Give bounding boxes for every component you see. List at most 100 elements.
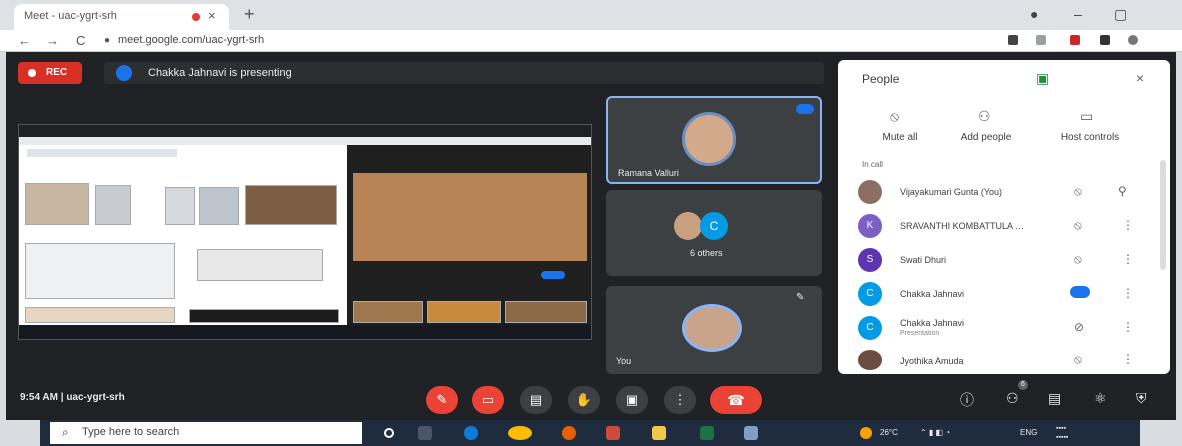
image-thumbnail bbox=[189, 309, 339, 323]
chrome-icon[interactable] bbox=[508, 426, 532, 440]
powerpoint-icon[interactable] bbox=[606, 426, 620, 440]
more-options-button[interactable]: ⋮ bbox=[664, 386, 696, 414]
person-add-icon[interactable]: ⚇ bbox=[978, 108, 991, 125]
recording-dot-icon bbox=[192, 13, 200, 21]
star-icon[interactable] bbox=[1036, 35, 1046, 45]
people-count-badge: 6 bbox=[1018, 380, 1028, 390]
host-shield-icon[interactable]: ▣ bbox=[1036, 70, 1049, 87]
mic-off-icon[interactable]: ⦸ bbox=[1074, 218, 1082, 233]
present-button[interactable]: ▣ bbox=[616, 386, 648, 414]
mic-off-icon[interactable]: ⦸ bbox=[1074, 352, 1082, 367]
forward-button[interactable]: → bbox=[46, 33, 59, 48]
participant-name: Jyothika Amuda bbox=[900, 356, 964, 366]
participant-tile[interactable]: Ramana Valluri bbox=[606, 96, 822, 184]
more-options-icon[interactable]: ⋮ bbox=[1122, 218, 1134, 232]
account-avatar-icon[interactable] bbox=[1128, 35, 1138, 45]
camera-off-icon: ▭ bbox=[481, 392, 495, 407]
search-placeholder: Type here to search bbox=[82, 426, 180, 438]
clock[interactable]: ▪▪▪▪ ▪▪▪▪▪ bbox=[1056, 424, 1068, 442]
participant-avatar bbox=[858, 350, 882, 370]
present-off-icon[interactable]: ⊘ bbox=[1074, 320, 1084, 334]
firefox-icon[interactable] bbox=[562, 426, 576, 440]
participant-tile[interactable]: C 6 others bbox=[606, 190, 822, 276]
shared-taskbar bbox=[19, 325, 591, 339]
recording-badge[interactable]: REC bbox=[18, 62, 82, 84]
minimize-icon[interactable]: – bbox=[1074, 6, 1082, 22]
tab-title: Meet - uac-ygrt-srh bbox=[24, 10, 117, 22]
presenting-text: Chakka Jahnavi is presenting bbox=[148, 67, 292, 79]
browser-tab-strip: Meet - uac-ygrt-srh × + ● – ▢ bbox=[0, 0, 1182, 30]
extensions-puzzle-icon[interactable] bbox=[1100, 35, 1110, 45]
participant-avatar: C bbox=[858, 316, 882, 340]
meeting-info: 9:54 AM | uac-ygrt-srh bbox=[20, 392, 125, 403]
mic-off-icon[interactable]: ⦸ bbox=[1074, 184, 1082, 199]
image-thumbnail bbox=[165, 187, 195, 225]
more-options-icon[interactable]: ⋮ bbox=[1122, 352, 1134, 366]
edge-icon[interactable] bbox=[464, 426, 478, 440]
participant-avatar bbox=[858, 180, 882, 204]
tray-icons[interactable]: ⌃ ▮ ◧ ◔ bbox=[920, 428, 950, 437]
reload-button[interactable]: C bbox=[76, 33, 85, 48]
close-panel-button[interactable]: × bbox=[1136, 70, 1144, 86]
mute-all-button[interactable]: Mute all bbox=[860, 132, 940, 143]
more-options-icon[interactable]: ⋮ bbox=[1122, 320, 1134, 334]
weather-icon[interactable] bbox=[860, 427, 872, 439]
language-indicator[interactable]: ENG bbox=[1020, 428, 1037, 437]
people-scrollbar[interactable] bbox=[1160, 160, 1166, 270]
browser-tab[interactable]: Meet - uac-ygrt-srh × bbox=[14, 4, 229, 30]
mic-toggle-button[interactable]: ✎ bbox=[426, 386, 458, 414]
temperature: 26°C bbox=[880, 428, 898, 437]
participant-name: Ramana Valluri bbox=[618, 168, 679, 178]
extension-icon[interactable] bbox=[1070, 35, 1080, 45]
host-controls-button[interactable]: Host controls bbox=[1050, 132, 1130, 143]
mic-off-icon: ✎ bbox=[796, 292, 805, 303]
self-tile[interactable]: ✎ You bbox=[606, 286, 822, 374]
raise-hand-button[interactable]: ✋ bbox=[568, 386, 600, 414]
chat-icon[interactable]: ▤ bbox=[1048, 390, 1061, 407]
shared-search-bar bbox=[27, 149, 177, 157]
task-view-icon[interactable] bbox=[418, 426, 432, 440]
camera-toggle-button[interactable]: ▭ bbox=[472, 386, 504, 414]
captions-icon: ▤ bbox=[529, 392, 543, 407]
app-icon[interactable] bbox=[744, 426, 758, 440]
back-button[interactable]: ← bbox=[18, 33, 31, 48]
meeting-details-icon[interactable]: ⓘ bbox=[960, 390, 974, 410]
url-field[interactable]: meet.google.com/uac-ygrt-srh bbox=[118, 34, 264, 46]
more-options-icon[interactable]: ⋮ bbox=[1122, 286, 1134, 300]
pin-icon[interactable]: ⚲ bbox=[1118, 184, 1127, 198]
participant-avatar: K bbox=[858, 214, 882, 238]
captions-button[interactable]: ▤ bbox=[520, 386, 552, 414]
tab-close-icon[interactable]: × bbox=[208, 8, 216, 23]
profile-icon[interactable]: ● bbox=[1030, 6, 1038, 22]
add-people-button[interactable]: Add people bbox=[946, 132, 1026, 143]
participant-photo bbox=[674, 212, 702, 240]
more-options-icon[interactable]: ⋮ bbox=[1122, 252, 1134, 266]
leave-call-button[interactable]: ☎ bbox=[710, 386, 762, 414]
new-tab-button[interactable]: + bbox=[244, 4, 255, 25]
more-vert-icon: ⋮ bbox=[673, 392, 687, 407]
file-explorer-icon[interactable] bbox=[652, 426, 666, 440]
mic-off-icon[interactable]: ⦸ bbox=[1074, 252, 1082, 267]
presenting-banner: Chakka Jahnavi is presenting bbox=[104, 62, 824, 84]
mic-off-icon[interactable]: ⦸ bbox=[890, 108, 899, 125]
rec-label: REC bbox=[46, 67, 68, 78]
excel-icon[interactable] bbox=[700, 426, 714, 440]
shared-screen bbox=[18, 124, 592, 340]
image-thumbnail bbox=[199, 187, 239, 225]
activities-icon[interactable]: ⚛ bbox=[1094, 390, 1107, 407]
hand-icon: ✋ bbox=[575, 392, 593, 407]
taskbar-search[interactable]: ⌕ Type here to search bbox=[50, 422, 362, 444]
image-thumbnail bbox=[245, 185, 337, 225]
host-controls-icon[interactable]: ⛨ bbox=[1136, 390, 1147, 407]
preview-image bbox=[353, 173, 587, 261]
host-controls-icon[interactable]: ▭ bbox=[1080, 108, 1093, 125]
people-icon[interactable]: ⚇ bbox=[1006, 390, 1019, 407]
lock-icon[interactable]: ● bbox=[104, 35, 110, 46]
image-thumbnail bbox=[95, 185, 131, 225]
cortana-icon[interactable] bbox=[384, 428, 394, 438]
maximize-icon[interactable]: ▢ bbox=[1114, 6, 1127, 23]
speaking-indicator-icon bbox=[1070, 286, 1090, 298]
related-image bbox=[353, 301, 423, 323]
record-icon bbox=[28, 69, 36, 77]
camera-indicator-icon[interactable] bbox=[1008, 35, 1018, 45]
